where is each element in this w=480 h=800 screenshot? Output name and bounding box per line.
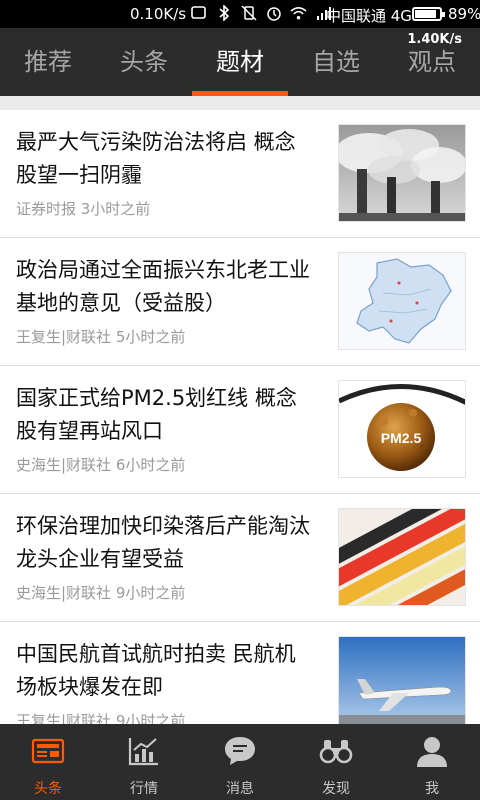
news-title: 最严大气污染防治法将启 概念股望一扫阴霾 [16, 130, 296, 187]
northeast-map-thumbnail [338, 252, 466, 350]
chart-icon [126, 734, 162, 768]
nav-label: 我 [425, 781, 439, 797]
pm25-thumbnail: PM2.5 [338, 380, 466, 478]
news-item[interactable]: 最严大气污染防治法将启 概念股望一扫阴霾 证券时报 3小时之前 [0, 110, 480, 238]
airplane-thumbnail [338, 636, 466, 724]
battery-fill [415, 10, 436, 18]
news-title: 政治局通过全面振兴东北老工业基地的意见（受益股） [16, 258, 310, 315]
screenshot-icon [190, 4, 207, 21]
news-meta: 王复生|财联社 9小时之前 [16, 712, 186, 724]
nav-discover[interactable]: 发现 [288, 724, 384, 800]
newspaper-icon [30, 734, 66, 768]
news-item[interactable]: 环保治理加快印染落后产能淘汰 龙头企业有望受益 史海生|财联社 9小时之前 [0, 494, 480, 622]
alarm-icon [265, 4, 282, 21]
top-tab-bar: 推荐 头条 题材 自选 观点 1.40K/s [0, 28, 480, 96]
nav-me[interactable]: 我 [384, 724, 480, 800]
battery-icon [412, 7, 445, 21]
tab-topics[interactable]: 题材 [192, 28, 288, 96]
status-bar: 0.10K/s 中国联通 4G 89% [0, 0, 480, 28]
feed-top-gap [0, 96, 480, 110]
user-icon [414, 734, 450, 768]
news-meta: 史海生|财联社 9小时之前 [16, 584, 186, 602]
nav-messages[interactable]: 消息 [192, 724, 288, 800]
news-meta: 王复生|财联社 5小时之前 [16, 328, 186, 346]
news-title: 国家正式给PM2.5划红线 概念股有望再站风口 [16, 386, 297, 443]
dye-rollers-thumbnail [338, 508, 466, 606]
news-item[interactable]: 政治局通过全面振兴东北老工业基地的意见（受益股） 王复生|财联社 5小时之前 [0, 238, 480, 366]
pm25-thumb-text: PM2.5 [381, 430, 422, 446]
news-feed[interactable]: 最严大气污染防治法将启 概念股望一扫阴霾 证券时报 3小时之前 政治局通过全面振… [0, 96, 480, 724]
nav-market[interactable]: 行情 [96, 724, 192, 800]
news-title: 中国民航首试航时拍卖 民航机场板块爆发在即 [16, 642, 296, 699]
bottom-nav: 头条 行情 消息 发现 我 [0, 724, 480, 800]
news-item[interactable]: 中国民航首试航时拍卖 民航机场板块爆发在即 王复生|财联社 9小时之前 [0, 622, 480, 724]
news-title: 环保治理加快印染落后产能淘汰 龙头企业有望受益 [16, 514, 310, 571]
news-meta: 史海生|财联社 6小时之前 [16, 456, 186, 474]
wifi-icon [290, 4, 307, 21]
speed-overlay: 1.40K/s [407, 32, 462, 47]
tab-headlines[interactable]: 头条 [96, 28, 192, 96]
network-speed: 0.10K/s [130, 5, 187, 23]
news-item[interactable]: 国家正式给PM2.5划红线 概念股有望再站风口 史海生|财联社 6小时之前 PM… [0, 366, 480, 494]
tab-recommend[interactable]: 推荐 [0, 28, 96, 96]
tab-watchlist[interactable]: 自选 [288, 28, 384, 96]
news-meta: 证券时报 3小时之前 [16, 200, 151, 218]
bluetooth-icon [215, 4, 232, 21]
nav-headlines[interactable]: 头条 [0, 724, 96, 800]
smokestack-thumbnail [338, 124, 466, 222]
carrier-label: 中国联通 4G [326, 7, 412, 25]
binoculars-icon [318, 734, 354, 768]
nav-label: 头条 [34, 781, 62, 797]
nav-label: 发现 [322, 781, 350, 797]
nav-label: 行情 [130, 781, 158, 797]
vibrate-off-icon [240, 4, 257, 21]
chat-bubble-icon [222, 734, 258, 768]
battery-percent: 89% [448, 5, 480, 23]
nav-label: 消息 [226, 781, 254, 797]
